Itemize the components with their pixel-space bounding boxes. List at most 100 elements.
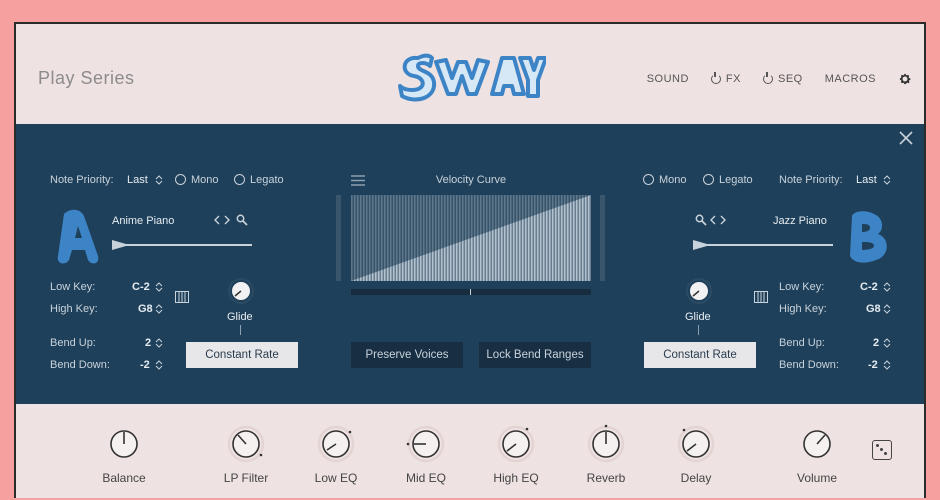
search-icon[interactable] [695, 214, 707, 226]
right-bend-up-label: Bend Up: [779, 337, 825, 349]
prev-next-icon[interactable] [710, 215, 726, 225]
keyboard-icon[interactable] [175, 291, 189, 303]
nav-macros[interactable]: MACROS [825, 73, 876, 85]
dice-pip [876, 444, 879, 447]
left-low-key-label: Low Key: [50, 281, 96, 293]
glide-connector [240, 325, 241, 335]
preserve-voices-button[interactable]: Preserve Voices [351, 342, 463, 368]
right-volume-slider[interactable] [693, 238, 833, 252]
right-constant-rate-button[interactable]: Constant Rate [644, 342, 756, 368]
right-glide-knob[interactable] [686, 278, 712, 304]
power-icon [762, 72, 773, 84]
velocity-range-bar[interactable] [351, 289, 591, 295]
right-legato-radio[interactable] [703, 174, 714, 185]
spinner-icon[interactable] [155, 175, 163, 185]
right-note-priority-label: Note Priority: [779, 174, 843, 186]
volume-label: Volume [796, 471, 838, 485]
right-low-key-value[interactable]: C-2 [860, 281, 878, 293]
nav-seq[interactable]: SEQ [762, 72, 803, 85]
high-eq-label: High EQ [493, 471, 539, 485]
right-mono-radio[interactable] [643, 174, 654, 185]
left-low-key-value[interactable]: C-2 [132, 281, 150, 293]
prev-next-icon[interactable] [214, 215, 230, 225]
velocity-right-bar [600, 195, 605, 281]
menu-icon[interactable] [351, 175, 365, 186]
spinner-icon[interactable] [883, 304, 891, 314]
velocity-range-marker [470, 289, 471, 295]
header: Play Series SOUND FX SEQ MACROS [16, 24, 924, 124]
left-volume-slider[interactable] [112, 238, 252, 252]
right-high-key-value[interactable]: G8 [866, 303, 881, 315]
volume-knob[interactable] [797, 424, 837, 464]
right-low-key-label: Low Key: [779, 281, 825, 293]
left-mono-label: Mono [191, 174, 219, 186]
right-bend-down-label: Bend Down: [779, 359, 839, 371]
spinner-icon[interactable] [155, 338, 163, 348]
balance-knob[interactable] [104, 424, 144, 464]
right-note-priority-value[interactable]: Last [856, 174, 877, 186]
left-glide-label: Glide [227, 311, 253, 323]
nav-fx[interactable]: FX [710, 72, 741, 85]
left-legato-radio[interactable] [234, 174, 245, 185]
reverb-label: Reverb [586, 471, 626, 485]
right-bend-down-value[interactable]: -2 [868, 359, 878, 371]
mid-eq-label: Mid EQ [405, 471, 446, 485]
mid-eq-knob[interactable] [406, 424, 446, 464]
reverb-knob[interactable] [586, 424, 626, 464]
sway-logo-icon [398, 53, 546, 102]
right-bend-up-value[interactable]: 2 [873, 337, 879, 349]
spinner-icon[interactable] [883, 338, 891, 348]
balance-label: Balance [102, 471, 146, 485]
spinner-icon[interactable] [155, 304, 163, 314]
spinner-icon[interactable] [883, 175, 891, 185]
left-constant-rate-button[interactable]: Constant Rate [186, 342, 298, 368]
right-high-key-label: High Key: [779, 303, 827, 315]
left-high-key-value[interactable]: G8 [138, 303, 153, 315]
left-legato-label: Legato [250, 174, 284, 186]
left-bend-up-label: Bend Up: [50, 337, 96, 349]
randomize-dice-icon[interactable] [872, 440, 892, 460]
velocity-left-bar [336, 195, 341, 281]
lp-filter-label: LP Filter [223, 471, 269, 485]
low-eq-knob[interactable] [316, 424, 356, 464]
instrument-a-icon [57, 209, 99, 264]
right-legato-label: Legato [719, 174, 753, 186]
instrument-b-icon [850, 211, 887, 263]
footer-controls: Balance LP Filter Low EQ Mid EQ High EQ … [16, 404, 924, 498]
gear-icon [899, 73, 911, 85]
dice-pip [884, 452, 887, 455]
velocity-curve-display[interactable] [351, 195, 591, 281]
spinner-icon[interactable] [155, 360, 163, 370]
spinner-icon[interactable] [883, 360, 891, 370]
left-note-priority-label: Note Priority: [50, 174, 114, 186]
close-icon[interactable] [898, 130, 914, 146]
right-instrument-name: Jazz Piano [773, 215, 827, 227]
delay-knob[interactable] [676, 424, 716, 464]
lp-filter-knob[interactable] [226, 424, 266, 464]
settings-button[interactable] [898, 72, 912, 86]
left-instrument-name: Anime Piano [112, 215, 175, 227]
left-bend-down-label: Bend Down: [50, 359, 110, 371]
left-mono-radio[interactable] [175, 174, 186, 185]
nav-sound[interactable]: SOUND [647, 73, 689, 85]
left-bend-up-value[interactable]: 2 [145, 337, 151, 349]
brand-label: Play Series [38, 68, 135, 88]
left-bend-down-value[interactable]: -2 [140, 359, 150, 371]
keyboard-icon[interactable] [754, 291, 768, 303]
dice-pip [880, 448, 883, 451]
lock-bend-ranges-button[interactable]: Lock Bend Ranges [479, 342, 591, 368]
spinner-icon[interactable] [883, 282, 891, 292]
left-note-priority-value[interactable]: Last [127, 174, 148, 186]
left-glide-knob[interactable] [228, 278, 254, 304]
right-glide-label: Glide [685, 311, 711, 323]
right-mono-label: Mono [659, 174, 687, 186]
spinner-icon[interactable] [155, 282, 163, 292]
left-high-key-label: High Key: [50, 303, 98, 315]
main-panel: Note Priority: Last Mono Legato Anime Pi… [16, 124, 924, 404]
power-icon [710, 72, 721, 84]
search-icon[interactable] [236, 214, 248, 226]
delay-label: Delay [680, 471, 712, 485]
low-eq-label: Low EQ [314, 471, 358, 485]
plugin-window: Play Series SOUND FX SEQ MACROS Note Pri… [14, 22, 926, 498]
high-eq-knob[interactable] [496, 424, 536, 464]
